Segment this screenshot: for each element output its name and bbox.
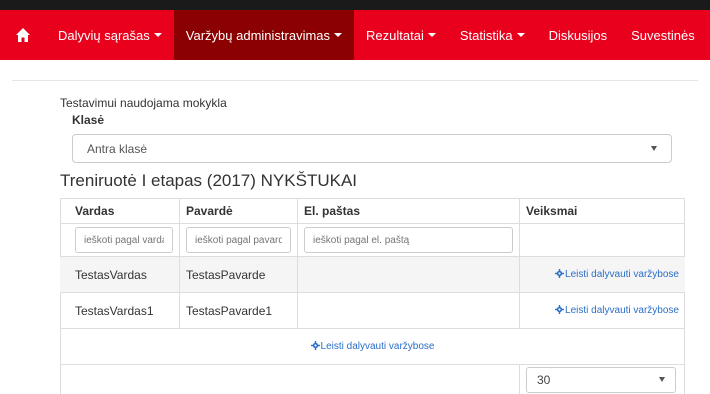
bulk-action-row: Leisti dalyvauti varžybose: [60, 329, 685, 365]
nav-item-rezultatai[interactable]: Rezultatai: [354, 10, 448, 60]
page-size-value: 30: [537, 372, 551, 387]
main-navbar: Dalyvių sąrašas Varžybų administravimas …: [0, 10, 710, 60]
cell-pavarde: TestasPavarde: [180, 257, 298, 293]
column-header-veiksmai: Veiksmai: [520, 198, 685, 224]
nav-item-label: Suvestinės: [631, 27, 695, 43]
chevron-down-icon: [651, 146, 657, 151]
nav-item-varzybu-administravimas[interactable]: Varžybų administravimas: [173, 10, 355, 60]
cell-vardas: TestasVardas: [60, 257, 180, 293]
nav-item-label: Statistika: [459, 27, 513, 43]
column-header-vardas[interactable]: Vardas: [60, 198, 180, 224]
gear-icon: [555, 268, 565, 281]
allow-participation-link[interactable]: Leisti dalyvauti varžybose: [555, 268, 679, 281]
nav-item-label: Varžybų administravimas: [185, 27, 331, 43]
cell-action: Leisti dalyvauti varžybose: [520, 257, 685, 293]
class-select-value: Antra klasė: [87, 141, 148, 156]
filter-cell: [180, 224, 298, 257]
filter-email-input[interactable]: [304, 227, 513, 253]
divider: [12, 80, 698, 81]
gear-icon: [555, 304, 565, 317]
cell-email: [298, 293, 520, 329]
nav-item-label: Rezultatai: [366, 27, 424, 43]
nav-item-label: Dalyvių sąrašas: [58, 27, 150, 43]
nav-item-suvestines[interactable]: Suvestinės: [619, 10, 707, 60]
footer-empty: [60, 365, 520, 394]
gear-icon: [310, 340, 320, 353]
footer-pagesize-cell: 30: [520, 365, 685, 394]
table-title: Treniruotė I etapas (2017) NYKŠTUKAI: [60, 171, 358, 190]
allow-participation-link[interactable]: Leisti dalyvauti varžybose: [555, 304, 679, 317]
chevron-down-icon: [659, 377, 665, 382]
filter-cell: [60, 224, 180, 257]
filter-pavarde-input[interactable]: [186, 227, 291, 253]
class-select[interactable]: Antra klasė: [72, 134, 672, 163]
filter-cell: [298, 224, 520, 257]
nav-item-diskusijos[interactable]: Diskusijos: [537, 10, 620, 60]
home-icon: [16, 28, 30, 42]
caret-down-icon: [334, 33, 343, 37]
home-button[interactable]: [0, 10, 46, 60]
page-size-select[interactable]: 30: [526, 366, 676, 393]
cell-email: [298, 257, 520, 293]
nav-item-dalyviu-sarasas[interactable]: Dalyvių sąrašas: [46, 10, 174, 60]
allow-all-participation-link[interactable]: Leisti dalyvauti varžybose: [310, 340, 435, 353]
action-label: Leisti dalyvauti varžybose: [565, 305, 679, 316]
top-strip: [0, 0, 710, 10]
cell-vardas: TestasVardas1: [60, 293, 180, 329]
action-label: Leisti dalyvauti varžybose: [565, 269, 679, 280]
filter-vardas-input[interactable]: [75, 227, 173, 253]
school-name: Testavimui naudojama mokykla: [60, 96, 227, 110]
caret-down-icon: [427, 33, 436, 37]
nav-item-label: Diskusijos: [548, 27, 608, 43]
filter-cell-empty: [520, 224, 685, 257]
class-label: Klasė: [72, 113, 105, 127]
nav-item-statistika[interactable]: Statistika: [448, 10, 537, 60]
participants-table: Vardas Pavardė El. paštas Veiksmai Testa…: [60, 198, 685, 394]
cell-action: Leisti dalyvauti varžybose: [520, 293, 685, 329]
caret-down-icon: [516, 33, 525, 37]
bulk-action-label: Leisti dalyvauti varžybose: [320, 341, 435, 352]
column-header-pavarde[interactable]: Pavardė: [180, 198, 298, 224]
caret-down-icon: [153, 33, 162, 37]
column-header-el-pastas[interactable]: El. paštas: [298, 198, 520, 224]
cell-pavarde: TestasPavarde1: [180, 293, 298, 329]
